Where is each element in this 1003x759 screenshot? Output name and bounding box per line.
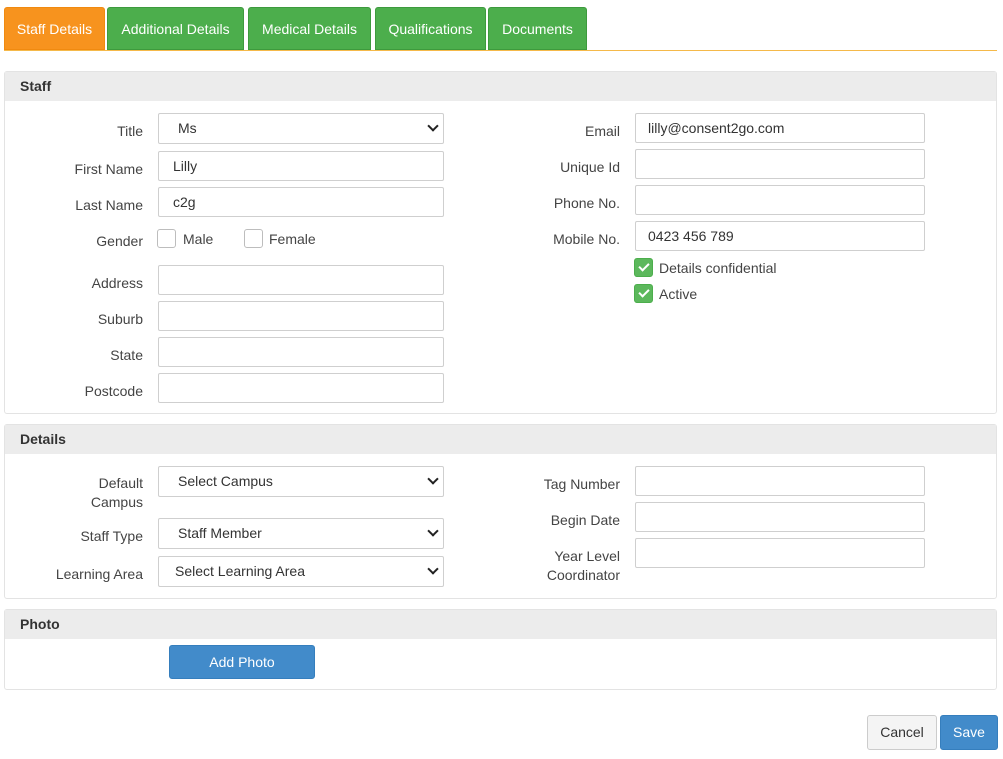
chevron-down-icon xyxy=(427,473,439,485)
learning-area-select-value: Select Learning Area xyxy=(175,563,305,579)
state-field[interactable] xyxy=(158,337,444,367)
begin-date-label: Begin Date xyxy=(550,512,620,528)
email-field[interactable]: lilly@consent2go.com xyxy=(635,113,925,143)
chevron-down-icon xyxy=(427,563,439,575)
cancel-button[interactable]: Cancel xyxy=(867,715,937,750)
staff-panel-heading: Staff xyxy=(5,72,996,101)
tag-number-label: Tag Number xyxy=(543,476,620,492)
mobile-field[interactable]: 0423 456 789 xyxy=(635,221,925,251)
address-label: Address xyxy=(91,275,143,291)
last-name-label: Last Name xyxy=(75,197,143,213)
confidential-checkbox[interactable] xyxy=(634,258,653,277)
learning-area-select[interactable]: Select Learning Area xyxy=(158,556,444,587)
tab-additional-details[interactable]: Additional Details xyxy=(107,7,244,50)
staff-type-select[interactable]: Staff Member xyxy=(158,518,444,549)
tab-staff-details[interactable]: Staff Details xyxy=(4,7,105,50)
tab-medical-details[interactable]: Medical Details xyxy=(248,7,371,50)
tab-qualifications[interactable]: Qualifications xyxy=(375,7,486,50)
title-label: Title xyxy=(117,123,143,139)
email-label: Email xyxy=(584,123,620,139)
gender-female-checkbox[interactable] xyxy=(244,229,263,248)
active-checkbox[interactable] xyxy=(634,284,653,303)
default-campus-label: Default Campus xyxy=(90,475,143,510)
first-name-label: First Name xyxy=(74,161,143,177)
tab-bar: Staff Details Additional Details Medical… xyxy=(4,7,997,51)
year-level-coordinator-field[interactable] xyxy=(635,538,925,568)
add-photo-button[interactable]: Add Photo xyxy=(169,645,315,679)
title-select-value: Ms xyxy=(178,120,197,136)
chevron-down-icon xyxy=(427,120,439,132)
phone-label: Phone No. xyxy=(553,195,620,211)
postcode-label: Postcode xyxy=(84,383,143,399)
gender-male-label: Male xyxy=(183,231,214,247)
gender-male-checkbox[interactable] xyxy=(157,229,176,248)
campus-select-value: Select Campus xyxy=(178,473,273,489)
last-name-field[interactable]: c2g xyxy=(158,187,444,217)
tag-number-field[interactable] xyxy=(635,466,925,496)
staff-type-select-value: Staff Member xyxy=(178,525,262,541)
suburb-field[interactable] xyxy=(158,301,444,331)
phone-field[interactable] xyxy=(635,185,925,215)
staff-type-label: Staff Type xyxy=(80,528,143,544)
details-panel-heading: Details xyxy=(5,425,996,454)
photo-panel: Photo xyxy=(4,609,997,690)
title-select[interactable]: Ms xyxy=(158,113,444,144)
suburb-label: Suburb xyxy=(97,311,143,327)
unique-id-label: Unique Id xyxy=(560,159,620,175)
postcode-field[interactable] xyxy=(158,373,444,403)
campus-select[interactable]: Select Campus xyxy=(158,466,444,497)
address-field[interactable] xyxy=(158,265,444,295)
active-label: Active xyxy=(659,286,698,302)
chevron-down-icon xyxy=(427,525,439,537)
gender-label: Gender xyxy=(96,233,143,249)
save-button[interactable]: Save xyxy=(940,715,998,750)
mobile-label: Mobile No. xyxy=(553,231,620,247)
photo-panel-heading: Photo xyxy=(5,610,996,639)
year-level-coordinator-label: Year Level Coordinator xyxy=(546,548,620,583)
unique-id-field[interactable] xyxy=(635,149,925,179)
state-label: State xyxy=(110,347,143,363)
first-name-field[interactable]: Lilly xyxy=(158,151,444,181)
begin-date-field[interactable] xyxy=(635,502,925,532)
gender-female-label: Female xyxy=(269,231,316,247)
tab-documents[interactable]: Documents xyxy=(488,7,587,50)
confidential-label: Details confidential xyxy=(659,260,777,276)
learning-area-label: Learning Area xyxy=(55,566,143,582)
